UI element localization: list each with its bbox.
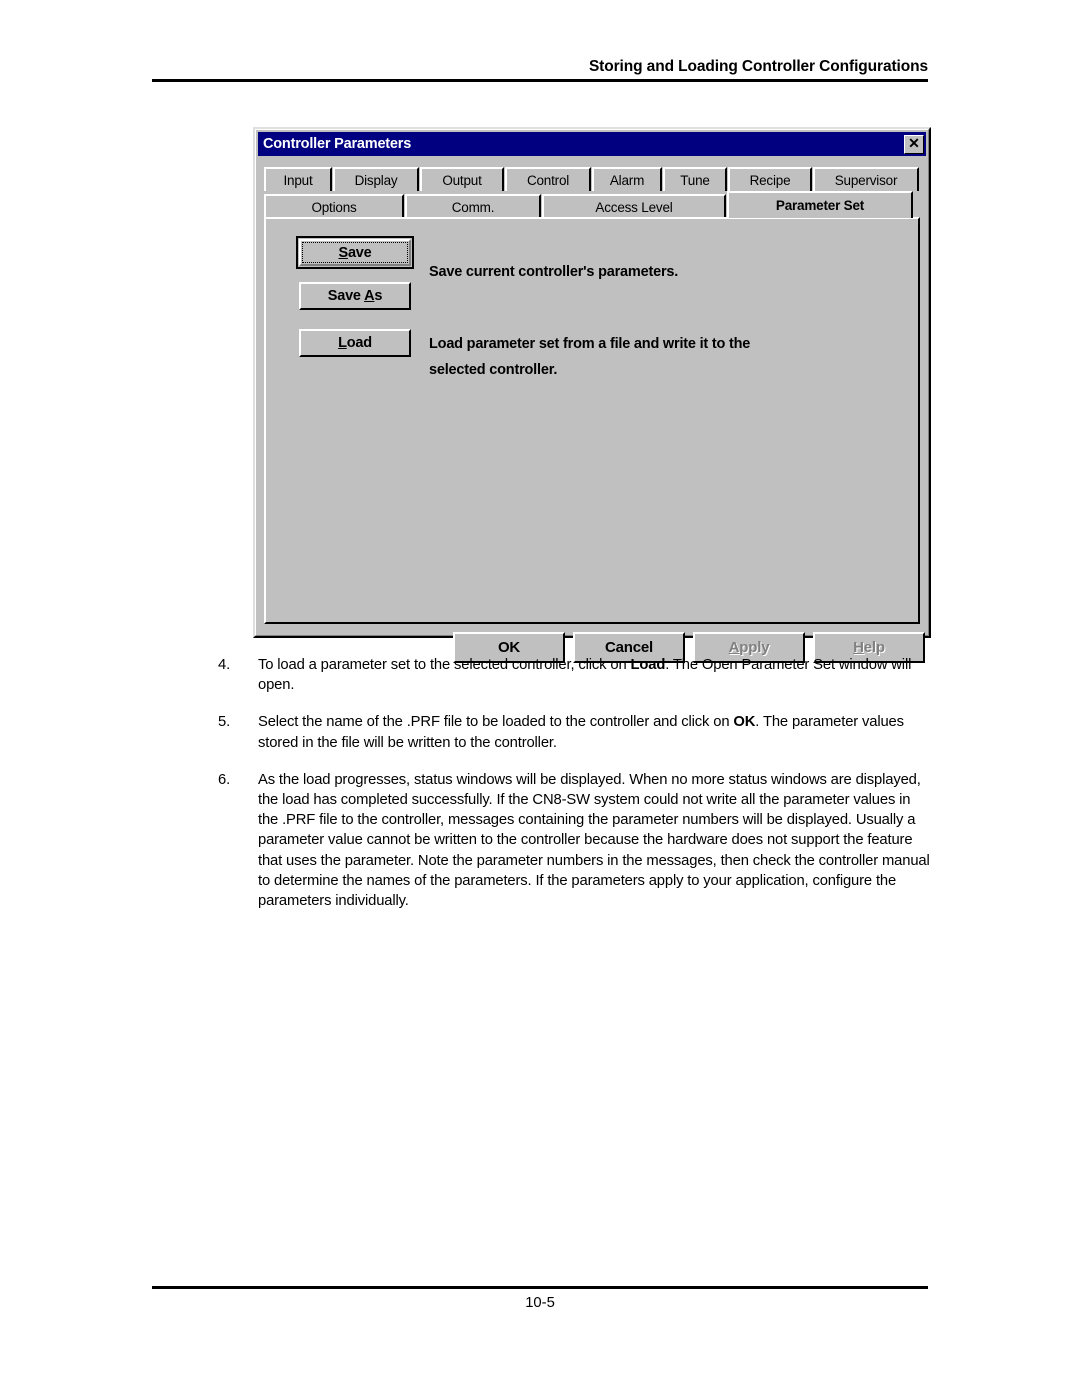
tab-alarm[interactable]: Alarm (592, 167, 662, 191)
tab-label: Display (354, 172, 398, 188)
tab-label: Tune (680, 172, 710, 188)
paragraph-number: 6. (218, 771, 231, 788)
tab-label: Control (526, 172, 570, 188)
numbered-paragraph: 5. Select the name of the .PRF file to be… (218, 712, 932, 752)
parameter-set-panel: Save Save As Load Save current controlle… (264, 217, 920, 624)
save-button[interactable]: Save (296, 236, 414, 269)
tab-strip: Input Display Output Control Alarm Tune Recipe… (264, 165, 920, 218)
page-footer: 10-5 (152, 1286, 928, 1311)
tab-row-2: Options Comm. Access Level Parameter Set (264, 191, 920, 218)
tab-label: Options (311, 199, 357, 215)
tab-row-1: Input Display Output Control Alarm Tune Recipe… (264, 165, 920, 191)
page-header: Storing and Loading Controller Configura… (152, 58, 928, 82)
paragraph-text: To load a parameter set to the selected … (258, 657, 912, 694)
ok-button-label: OK (497, 639, 521, 656)
tab-comm-[interactable]: Comm. (405, 194, 541, 218)
paragraph-number: 5. (218, 714, 231, 731)
apply-button-label: Apply (728, 639, 770, 656)
close-x-icon: ✕ (908, 135, 920, 151)
paragraph-number: 4. (218, 657, 231, 673)
tab-supervisor[interactable]: Supervisor (813, 167, 919, 191)
tab-recipe[interactable]: Recipe (728, 167, 812, 191)
tab-display[interactable]: Display (333, 167, 419, 191)
page-header-title: Storing and Loading Controller Configura… (588, 58, 928, 75)
tab-tune[interactable]: Tune (663, 167, 727, 191)
footer-rule (152, 1286, 928, 1289)
tab-access-level[interactable]: Access Level (542, 194, 726, 218)
tab-label: Comm. (451, 199, 495, 215)
save-as-button-label: Save As (327, 288, 383, 304)
tab-output[interactable]: Output (420, 167, 504, 191)
dialog-title: Controller Parameters (263, 136, 412, 152)
tab-label: Access Level (595, 199, 673, 215)
tab-label: Alarm (609, 172, 645, 188)
load-button-label: Load (338, 335, 372, 351)
page-number: 10-5 (525, 1295, 555, 1311)
header-rule (152, 79, 928, 82)
tab-label: Supervisor (834, 172, 898, 188)
tab-options[interactable]: Options (264, 194, 404, 218)
tab-label: Parameter Set (775, 198, 865, 213)
body-copy: 4. To load a parameter set to the selecte… (218, 655, 932, 928)
save-button-label: Save (338, 244, 372, 261)
close-button[interactable]: ✕ (904, 134, 924, 154)
load-button[interactable]: Load (299, 329, 411, 357)
help-button-label: Help (853, 639, 885, 656)
numbered-paragraph: 4. To load a parameter set to the selecte… (218, 655, 932, 695)
tab-label: Output (442, 172, 482, 188)
cancel-button-label: Cancel (605, 639, 653, 656)
load-description-line2: selected controller. (429, 362, 558, 378)
tab-label: Input (283, 172, 313, 188)
tab-control[interactable]: Control (505, 167, 591, 191)
tab-parameter-set[interactable]: Parameter Set (727, 191, 913, 218)
save-description: Save current controller's parameters. (429, 264, 679, 280)
paragraph-text: Select the name of the .PRF file to be l… (258, 714, 904, 751)
dialog-titlebar[interactable]: Controller Parameters ✕ (258, 132, 926, 156)
tab-input[interactable]: Input (264, 167, 332, 191)
tab-label: Recipe (749, 172, 791, 188)
save-as-button[interactable]: Save As (299, 282, 411, 310)
load-description-line1: Load parameter set from a file and write… (429, 336, 751, 352)
controller-parameters-dialog: Controller Parameters ✕ Input Display Outp… (253, 127, 931, 663)
paragraph-text: As the load progresses, status windows w… (258, 771, 930, 910)
numbered-paragraph: 6. As the load progresses, status windows… (218, 770, 932, 911)
